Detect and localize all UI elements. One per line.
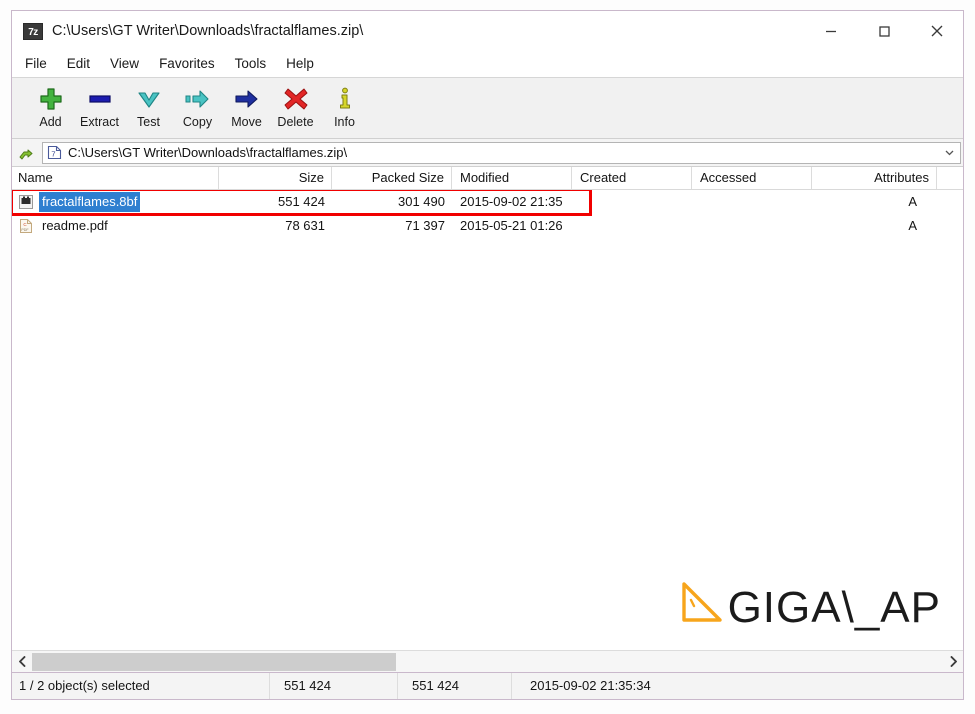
chevron-right-icon xyxy=(950,656,957,667)
maximize-icon xyxy=(878,26,890,37)
table-row[interactable]: fractalflames.8bf 551 424 301 490 2015-0… xyxy=(12,190,963,214)
file-name-cell[interactable]: fractalflames.8bf xyxy=(12,190,219,214)
screenshot-root: 7z C:\Users\GT Writer\Downloads\fractalf… xyxy=(0,0,975,714)
file-name-cell[interactable]: C PDF readme.pdf xyxy=(12,214,219,238)
cross-icon xyxy=(283,84,309,114)
status-packed-size: 551 424 xyxy=(398,673,512,699)
status-bar: 1 / 2 object(s) selected 551 424 551 424… xyxy=(12,672,963,699)
table-row[interactable]: C PDF readme.pdf 78 631 71 397 2015-05-2… xyxy=(12,214,963,238)
file-accessed-cell xyxy=(692,214,812,238)
toolbar-button-delete[interactable]: Delete xyxy=(271,84,320,129)
watermark-text: GIGA\_AP xyxy=(727,583,941,632)
file-created-cell xyxy=(582,190,692,214)
file-list[interactable]: fractalflames.8bf 551 424 301 490 2015-0… xyxy=(12,190,963,650)
chevron-down-icon xyxy=(945,150,953,156)
orange-angle-mark-icon xyxy=(681,582,722,622)
address-dropdown-button[interactable] xyxy=(938,143,960,163)
7z-archive-icon: 7 xyxy=(47,145,62,160)
status-timestamp: 2015-09-02 21:35:34 xyxy=(530,678,651,693)
column-header-accessed[interactable]: Accessed xyxy=(692,167,812,189)
file-packed-size-cell: 301 490 xyxy=(398,194,445,209)
address-path-text: C:\Users\GT Writer\Downloads\fractalflam… xyxy=(68,145,348,160)
toolbar-label-move: Move xyxy=(231,115,262,129)
file-created-cell xyxy=(582,214,692,238)
address-bar: 7 C:\Users\GT Writer\Downloads\fractalfl… xyxy=(12,139,963,167)
address-input[interactable]: 7 C:\Users\GT Writer\Downloads\fractalfl… xyxy=(42,141,961,164)
scroll-left-button[interactable] xyxy=(12,652,32,672)
status-total-size: 551 424 xyxy=(270,673,398,699)
svg-text:7: 7 xyxy=(51,150,55,159)
menu-item-edit[interactable]: Edit xyxy=(67,54,101,74)
file-modified-cell: 2015-09-02 21:35 xyxy=(460,194,563,209)
toolbar-label-copy: Copy xyxy=(182,115,213,129)
scroll-right-button[interactable] xyxy=(943,652,963,672)
seven-zip-window: 7z C:\Users\GT Writer\Downloads\fractalf… xyxy=(11,10,964,700)
chevron-left-icon xyxy=(18,656,25,667)
title-bar: 7z C:\Users\GT Writer\Downloads\fractalf… xyxy=(12,11,963,51)
toolbar-button-copy[interactable]: Copy xyxy=(173,84,222,129)
file-size-cell: 78 631 xyxy=(285,218,325,233)
up-one-level-button[interactable] xyxy=(12,140,42,166)
binary-file-icon xyxy=(18,194,34,210)
column-header-size[interactable]: Size xyxy=(219,167,332,189)
plus-icon xyxy=(38,84,64,114)
copy-arrow-icon xyxy=(184,84,212,114)
column-header-created[interactable]: Created xyxy=(572,167,692,189)
toolbar-label-add: Add xyxy=(39,115,62,129)
file-name-text[interactable]: readme.pdf xyxy=(39,216,111,236)
move-arrow-icon xyxy=(233,84,261,114)
toolbar-label-extract: Extract xyxy=(80,115,119,129)
minimize-icon xyxy=(825,30,836,33)
toolbar: Add Extract Test Copy Move Delete Info xyxy=(12,77,963,139)
svg-text:PDF: PDF xyxy=(21,228,29,232)
menu-item-tools[interactable]: Tools xyxy=(235,54,278,74)
file-modified-cell: 2015-05-21 01:26 xyxy=(460,218,563,233)
toolbar-button-info[interactable]: Info xyxy=(320,84,369,129)
toolbar-button-test[interactable]: Test xyxy=(124,84,173,129)
column-header-name[interactable]: Name xyxy=(12,167,219,189)
watermark: GIGA\_AP xyxy=(676,580,941,630)
info-icon xyxy=(332,84,358,114)
file-name-text[interactable]: fractalflames.8bf xyxy=(39,192,141,212)
menu-item-view[interactable]: View xyxy=(110,54,150,74)
file-size-cell: 551 424 xyxy=(278,194,325,209)
toolbar-label-delete: Delete xyxy=(277,115,314,129)
window-controls xyxy=(804,11,963,51)
menu-item-help[interactable]: Help xyxy=(286,54,325,74)
close-icon xyxy=(931,25,942,37)
toolbar-button-move[interactable]: Move xyxy=(222,84,271,129)
maximize-button[interactable] xyxy=(857,11,910,51)
toolbar-label-info: Info xyxy=(334,115,355,129)
toolbar-button-add[interactable]: Add xyxy=(26,84,75,129)
menu-item-favorites[interactable]: Favorites xyxy=(159,54,226,74)
status-selection-count: 1 / 2 object(s) selected xyxy=(12,673,270,699)
horizontal-scrollbar[interactable] xyxy=(12,650,963,672)
file-packed-size-cell: 71 397 xyxy=(405,218,445,233)
up-folder-icon xyxy=(19,149,32,160)
file-attributes-cell: A xyxy=(908,218,917,233)
window-title: C:\Users\GT Writer\Downloads\fractalflam… xyxy=(52,23,364,39)
minus-bar-icon xyxy=(87,84,113,114)
menu-item-file[interactable]: File xyxy=(25,54,58,74)
app-icon: 7z xyxy=(23,22,43,40)
column-headers: Name Size Packed Size Modified Created A… xyxy=(12,167,963,190)
minimize-button[interactable] xyxy=(804,11,857,51)
file-attributes-cell: A xyxy=(908,194,917,209)
column-header-packed-size[interactable]: Packed Size xyxy=(332,167,452,189)
column-header-attributes[interactable]: Attributes xyxy=(812,167,937,189)
file-accessed-cell xyxy=(692,190,812,214)
scroll-thumb[interactable] xyxy=(32,652,397,671)
toolbar-label-test: Test xyxy=(137,115,160,129)
close-button[interactable] xyxy=(910,11,963,51)
menu-bar: File Edit View Favorites Tools Help xyxy=(12,51,963,77)
chevron-down-icon xyxy=(136,84,162,114)
scroll-track[interactable] xyxy=(32,652,943,671)
toolbar-button-extract[interactable]: Extract xyxy=(75,84,124,129)
pdf-file-icon: C PDF xyxy=(18,218,34,234)
column-header-modified[interactable]: Modified xyxy=(452,167,572,189)
